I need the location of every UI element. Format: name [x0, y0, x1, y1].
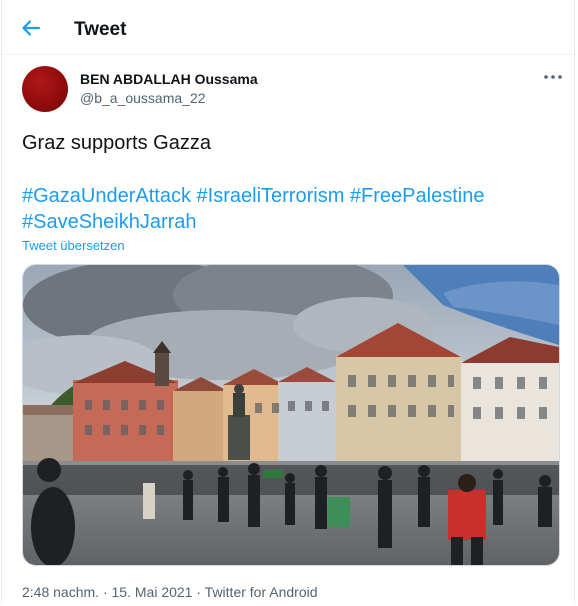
back-button[interactable] — [20, 17, 42, 39]
arrow-left-icon — [22, 20, 41, 36]
translate-tweet-link[interactable]: Tweet übersetzen — [22, 238, 125, 254]
tweet-hashtags: #GazaUnderAttack #IsraeliTerrorism #Free… — [22, 183, 562, 235]
tweet-detail-panel: Tweet BEN ABDALLAH Oussama @b_a_oussama_… — [1, 0, 576, 604]
tweet-source[interactable]: Twitter for Android — [205, 584, 318, 600]
meta-separator: · — [192, 584, 205, 600]
tweet-text: Graz supports Gazza — [22, 132, 211, 154]
hashtag-link[interactable]: #SaveSheikhJarrah — [22, 211, 197, 233]
hashtag-link[interactable]: #GazaUnderAttack — [22, 185, 191, 207]
meta-separator: · — [99, 584, 112, 600]
hashtag-link[interactable]: #FreePalestine — [350, 185, 485, 207]
more-horizontal-icon — [544, 75, 562, 79]
tweet-photo-image — [23, 265, 559, 565]
hashtag-link[interactable]: #IsraeliTerrorism — [197, 185, 345, 207]
tweet-date[interactable]: 15. Mai 2021 — [112, 584, 193, 600]
author-name[interactable]: BEN ABDALLAH Oussama — [80, 71, 258, 88]
author-handle[interactable]: @b_a_oussama_22 — [80, 90, 206, 107]
more-options-button[interactable] — [541, 67, 565, 87]
tweet-time[interactable]: 2:48 nachm. — [22, 584, 99, 600]
page-title: Tweet — [74, 19, 127, 40]
tweet-timestamp: 2:48 nachm. · 15. Mai 2021 · Twitter for… — [22, 584, 318, 601]
avatar[interactable] — [22, 66, 68, 112]
tweet-photo[interactable] — [22, 264, 560, 566]
page-header: Tweet — [2, 0, 576, 55]
